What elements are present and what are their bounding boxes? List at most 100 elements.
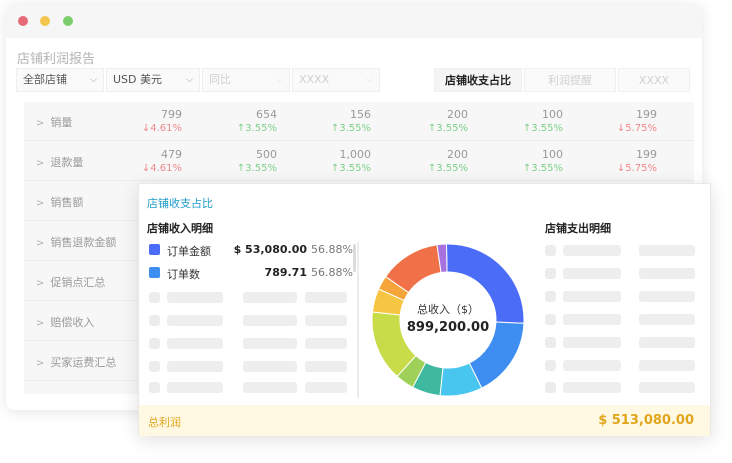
legend-percent: 56.88% bbox=[311, 266, 353, 279]
expense-section-title: 店铺支出明细 bbox=[545, 222, 611, 235]
cell-change: ↓4.61% bbox=[141, 163, 182, 174]
cell-change: ↑3.55% bbox=[522, 163, 563, 174]
row-label: > 赔偿收入 bbox=[36, 314, 94, 330]
legend-name: 订单数 bbox=[167, 268, 200, 281]
compare-select-label: 同比 bbox=[209, 73, 231, 86]
table-cell: 799 ↓4.61% bbox=[92, 108, 182, 134]
legend-name: 订单金额 bbox=[167, 245, 211, 258]
donut-center-value: 899,200.00 bbox=[406, 320, 490, 335]
cell-change: ↑3.55% bbox=[236, 123, 277, 134]
legend-swatch bbox=[149, 244, 160, 255]
cell-change: ↓5.75% bbox=[616, 123, 657, 134]
chevron-down-icon: ⌵ bbox=[366, 75, 373, 85]
income-section-title: 店铺收入明细 bbox=[147, 222, 213, 235]
chevron-down-icon: ⌵ bbox=[90, 75, 97, 85]
window-maximize-button[interactable] bbox=[63, 16, 73, 26]
cell-change: ↑3.55% bbox=[427, 163, 468, 174]
window-titlebar bbox=[6, 4, 702, 38]
table-cell: 500 ↑3.55% bbox=[187, 148, 277, 174]
table-cell: 479 ↓4.61% bbox=[92, 148, 182, 174]
window-close-button[interactable] bbox=[18, 16, 28, 26]
table-cell: 654 ↑3.55% bbox=[187, 108, 277, 134]
window-minimize-button[interactable] bbox=[40, 16, 50, 26]
panel-title: 店铺收支占比 bbox=[147, 197, 213, 210]
income-legend-item[interactable]: 订单数 789.71 56.88% bbox=[147, 265, 353, 281]
cell-change: ↓5.75% bbox=[616, 163, 657, 174]
extra-select-label: XXXX bbox=[299, 73, 330, 86]
row-label: > 退款量 bbox=[36, 154, 83, 170]
tab-store-ratio[interactable]: 店铺收支占比 bbox=[434, 68, 522, 92]
tab-extra[interactable]: XXXX bbox=[618, 68, 690, 92]
total-profit-value: $ 513,080.00 bbox=[598, 413, 694, 428]
cell-value: 100 bbox=[542, 108, 563, 121]
page-title: 店铺利润报告 bbox=[17, 52, 96, 67]
cell-value: 479 bbox=[161, 148, 182, 161]
table-cell: 199 ↓5.75% bbox=[567, 108, 657, 134]
chevron-down-icon: ⌵ bbox=[186, 75, 193, 85]
row-label: > 销售退款金额 bbox=[36, 234, 116, 250]
income-scrollbar[interactable] bbox=[353, 244, 356, 272]
row-label: > 促销点汇总 bbox=[36, 274, 105, 290]
cell-value: 799 bbox=[161, 108, 182, 121]
cell-value: 200 bbox=[447, 108, 468, 121]
table-row[interactable]: > 退款量 479 ↓4.61% 500 ↑3.55% 1,000 ↑3.55% 200… bbox=[24, 142, 694, 181]
currency-select[interactable]: USD 美元 ⌵ bbox=[106, 68, 200, 92]
table-cell: 1,000 ↑3.55% bbox=[281, 148, 371, 174]
row-label-text: 促销点汇总 bbox=[50, 276, 106, 289]
profit-footer: 总利润 $ 513,080.00 bbox=[139, 405, 710, 436]
cell-value: 500 bbox=[256, 148, 277, 161]
chevron-right-icon: > bbox=[36, 318, 45, 329]
row-label-text: 销量 bbox=[50, 116, 73, 129]
legend-percent: 56.88% bbox=[311, 243, 353, 256]
extra-select[interactable]: XXXX ⌵ bbox=[292, 68, 380, 92]
chevron-right-icon: > bbox=[36, 358, 45, 369]
cell-value: 199 bbox=[636, 148, 657, 161]
donut-center-label: 总收入（$） bbox=[417, 303, 479, 316]
table-cell: 100 ↑3.55% bbox=[473, 108, 563, 134]
cell-change: ↑3.55% bbox=[522, 123, 563, 134]
row-label: > 销售额 bbox=[36, 194, 83, 210]
store-select[interactable]: 全部店铺 ⌵ bbox=[16, 68, 104, 92]
chevron-right-icon: > bbox=[36, 158, 45, 169]
column-divider bbox=[357, 242, 359, 398]
cell-change: ↑3.55% bbox=[236, 163, 277, 174]
cell-change: ↓4.61% bbox=[141, 123, 182, 134]
chevron-right-icon: > bbox=[36, 198, 45, 209]
chevron-right-icon: > bbox=[36, 278, 45, 289]
cell-change: ↑3.55% bbox=[330, 123, 371, 134]
chevron-down-icon: ⌵ bbox=[276, 75, 283, 85]
chevron-right-icon: > bbox=[36, 238, 45, 249]
legend-amount: $ 53,080.00 bbox=[233, 243, 307, 256]
income-legend-item[interactable]: 订单金额 $ 53,080.00 56.88% bbox=[147, 242, 353, 258]
row-label-text: 赔偿收入 bbox=[50, 316, 95, 329]
table-cell: 199 ↓5.75% bbox=[567, 148, 657, 174]
row-label: > 销量 bbox=[36, 114, 72, 130]
cell-value: 200 bbox=[447, 148, 468, 161]
legend-amount: 789.71 bbox=[264, 266, 307, 279]
table-cell: 200 ↑3.55% bbox=[378, 148, 468, 174]
table-cell: 156 ↑3.55% bbox=[281, 108, 371, 134]
cell-value: 654 bbox=[256, 108, 277, 121]
row-label-text: 退款量 bbox=[50, 156, 84, 169]
table-cell: 200 ↑3.55% bbox=[378, 108, 468, 134]
cell-value: 1,000 bbox=[339, 148, 372, 161]
tab-profit-alert[interactable]: 利润提醒 bbox=[524, 68, 616, 92]
store-select-label: 全部店铺 bbox=[23, 73, 67, 86]
compare-select[interactable]: 同比 ⌵ bbox=[202, 68, 290, 92]
table-cell: 100 ↑3.55% bbox=[473, 148, 563, 174]
row-label: > 买家运费汇总 bbox=[36, 354, 116, 370]
cell-value: 100 bbox=[542, 148, 563, 161]
table-row[interactable]: > 销量 799 ↓4.61% 654 ↑3.55% 156 ↑3.55% 200 ↑3.… bbox=[24, 102, 694, 141]
income-expense-panel: 店铺收支占比 店铺收入明细 店铺支出明细 订单金额 $ 53,080.00 56… bbox=[138, 183, 711, 436]
row-label-text: 买家运费汇总 bbox=[50, 356, 117, 369]
row-label-text: 销售额 bbox=[50, 196, 84, 209]
cell-change: ↑3.55% bbox=[427, 123, 468, 134]
row-label-text: 销售退款金额 bbox=[50, 236, 117, 249]
cell-value: 156 bbox=[350, 108, 371, 121]
cell-value: 199 bbox=[636, 108, 657, 121]
cell-change: ↑3.55% bbox=[330, 163, 371, 174]
currency-select-label: USD 美元 bbox=[113, 73, 163, 86]
legend-swatch bbox=[149, 267, 160, 278]
chevron-right-icon: > bbox=[36, 118, 45, 129]
total-profit-label: 总利润 bbox=[148, 416, 181, 429]
